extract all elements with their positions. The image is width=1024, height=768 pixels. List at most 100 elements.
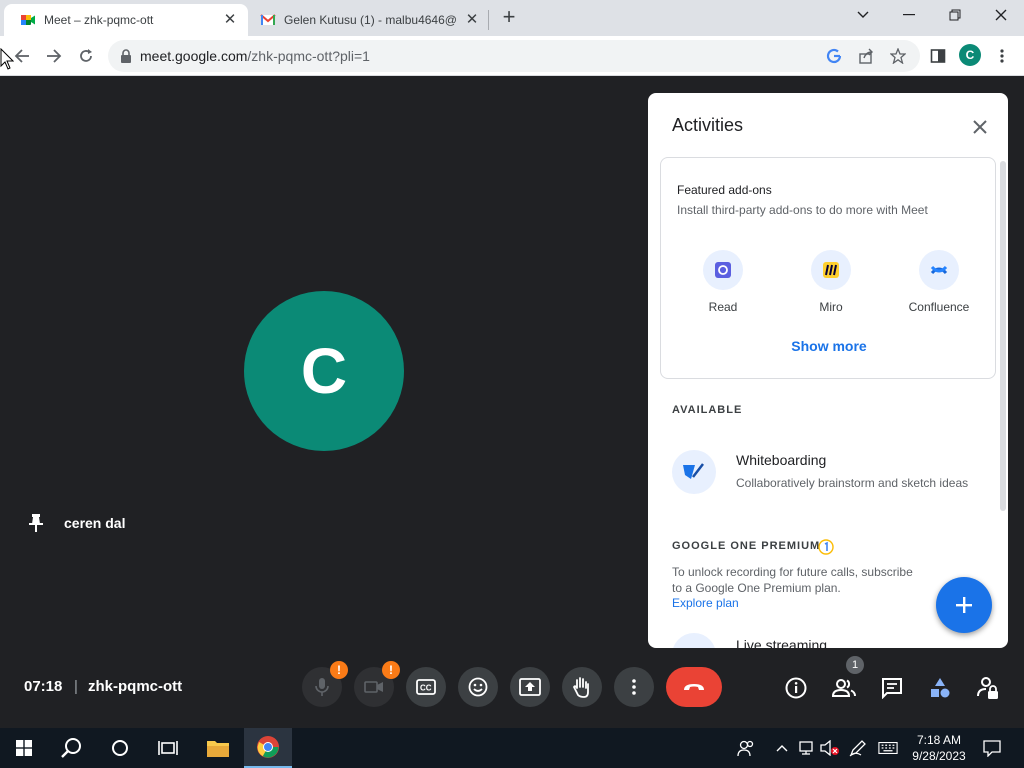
minimize-icon[interactable] bbox=[886, 0, 932, 30]
info-separator: | bbox=[74, 678, 78, 695]
taskbar-clock[interactable]: 7:18 AM 9/28/2023 bbox=[906, 732, 972, 764]
camera-button[interactable]: ! bbox=[354, 661, 400, 707]
file-explorer-button[interactable] bbox=[194, 728, 242, 768]
tab-title: Gelen Kutusu (1) - malbu4646@ bbox=[284, 13, 457, 27]
addon-confluence[interactable]: Confluence bbox=[889, 250, 989, 314]
add-activity-button[interactable] bbox=[936, 577, 992, 633]
cortana-circle-icon bbox=[112, 740, 128, 756]
whiteboarding-title[interactable]: Whiteboarding bbox=[736, 452, 826, 468]
leave-call-button[interactable] bbox=[666, 667, 722, 707]
activities-panel: Activities Featured add-ons Install thir… bbox=[648, 93, 1008, 648]
side-panel-button[interactable] bbox=[924, 42, 952, 70]
live-streaming-title[interactable]: Live streaming bbox=[736, 637, 827, 648]
google-lens-icon[interactable] bbox=[824, 46, 844, 66]
addon-miro[interactable]: Miro bbox=[781, 250, 881, 314]
participant-name: ceren dal bbox=[64, 515, 126, 531]
addon-label: Read bbox=[708, 300, 738, 314]
chrome-taskbar-button[interactable] bbox=[244, 728, 292, 768]
network-icon[interactable] bbox=[797, 738, 817, 758]
chat-icon bbox=[882, 678, 902, 699]
addon-read[interactable]: Read bbox=[673, 250, 773, 314]
profile-avatar[interactable]: C bbox=[959, 44, 981, 66]
pin-icon[interactable] bbox=[28, 513, 44, 533]
mouse-cursor-icon bbox=[0, 48, 14, 70]
live-streaming-icon[interactable] bbox=[672, 633, 716, 648]
new-tab-icon[interactable]: + bbox=[498, 6, 520, 28]
close-window-icon[interactable] bbox=[978, 0, 1024, 30]
tab-search-icon[interactable] bbox=[840, 0, 886, 30]
meeting-details-button[interactable] bbox=[783, 675, 809, 701]
tab-separator bbox=[488, 10, 489, 30]
close-tab-icon[interactable]: ✕ bbox=[222, 12, 238, 28]
folder-icon bbox=[207, 741, 229, 757]
bookmark-star-icon[interactable] bbox=[888, 46, 908, 66]
chrome-icon bbox=[257, 736, 279, 758]
address-bar[interactable]: meet.google.com/zhk-pqmc-ott?pli=1 bbox=[108, 40, 920, 72]
close-panel-button[interactable] bbox=[968, 115, 992, 139]
back-arrow-icon bbox=[14, 49, 29, 63]
closed-captions-icon: CC bbox=[416, 679, 436, 695]
browser-menu-button[interactable] bbox=[988, 42, 1016, 70]
windows-taskbar: 7:18 AM 9/28/2023 bbox=[0, 728, 1024, 768]
host-controls-button[interactable] bbox=[975, 675, 1001, 701]
share-icon[interactable] bbox=[856, 46, 876, 66]
panel-scrollbar[interactable] bbox=[1000, 161, 1006, 511]
more-vert-icon bbox=[1000, 49, 1004, 63]
emoji-icon bbox=[468, 677, 488, 697]
clock-time: 7:18 AM bbox=[916, 733, 962, 747]
browser-toolbar: meet.google.com/zhk-pqmc-ott?pli=1 C bbox=[0, 36, 1024, 76]
reload-button[interactable] bbox=[72, 42, 100, 70]
google-one-premium-label: GOOGLE ONE PREMIUM bbox=[672, 540, 821, 552]
browser-tab-strip: Meet – zhk-pqmc-ott ✕ Gelen Kutusu (1) -… bbox=[0, 0, 1024, 36]
people-icon bbox=[832, 679, 856, 697]
microphone-button[interactable]: ! bbox=[302, 661, 348, 707]
chat-button[interactable] bbox=[879, 675, 905, 701]
explore-plan-link[interactable]: Explore plan bbox=[672, 596, 739, 610]
activities-button[interactable] bbox=[927, 675, 953, 701]
pen-workspace-icon[interactable] bbox=[848, 738, 868, 758]
available-label: AVAILABLE bbox=[672, 404, 743, 416]
task-view-button[interactable] bbox=[144, 728, 192, 768]
start-button[interactable] bbox=[0, 728, 48, 768]
touch-keyboard-icon[interactable] bbox=[878, 738, 898, 758]
show-more-link[interactable]: Show more bbox=[661, 338, 997, 354]
panel-title: Activities bbox=[672, 115, 744, 135]
call-end-icon bbox=[684, 684, 704, 690]
people-tray-icon[interactable] bbox=[736, 738, 756, 758]
tab-gmail[interactable]: Gelen Kutusu (1) - malbu4646@ ✕ bbox=[250, 4, 488, 36]
addon-label: Confluence bbox=[908, 300, 970, 314]
whiteboarding-icon[interactable] bbox=[672, 450, 716, 494]
meet-stage: C ceren dal Activities Featured add-ons … bbox=[0, 77, 1024, 728]
restore-icon[interactable] bbox=[932, 0, 978, 30]
clock-date: 9/28/2023 bbox=[912, 749, 966, 763]
featured-addons-card: Featured add-ons Install third-party add… bbox=[660, 157, 996, 379]
people-button[interactable] bbox=[831, 675, 857, 701]
more-options-button[interactable] bbox=[614, 667, 654, 707]
whiteboarding-subtitle: Collaboratively brainstorm and sketch id… bbox=[736, 476, 969, 490]
cortana-button[interactable] bbox=[96, 728, 144, 768]
forward-button[interactable] bbox=[40, 42, 68, 70]
task-view-icon bbox=[158, 741, 178, 755]
present-screen-icon bbox=[519, 678, 541, 696]
reactions-button[interactable] bbox=[458, 667, 498, 707]
lock-person-icon bbox=[977, 677, 998, 699]
show-hidden-icons-icon[interactable] bbox=[772, 738, 792, 758]
gmail-icon bbox=[260, 14, 276, 25]
forward-arrow-icon bbox=[47, 49, 62, 63]
captions-button[interactable]: CC bbox=[406, 667, 446, 707]
windows-logo-icon bbox=[16, 740, 32, 756]
notifications-icon[interactable] bbox=[982, 738, 1002, 758]
tab-meet[interactable]: Meet – zhk-pqmc-ott ✕ bbox=[4, 4, 248, 36]
raise-hand-button[interactable] bbox=[562, 667, 602, 707]
close-tab-icon[interactable]: ✕ bbox=[464, 12, 480, 28]
participant-label: ceren dal bbox=[28, 513, 125, 533]
miro-icon bbox=[823, 262, 839, 278]
volume-muted-icon[interactable] bbox=[820, 738, 840, 758]
raise-hand-icon bbox=[572, 677, 589, 698]
close-icon bbox=[973, 120, 987, 134]
meeting-code: zhk-pqmc-ott bbox=[88, 678, 183, 695]
plus-icon bbox=[956, 597, 972, 613]
present-button[interactable] bbox=[510, 667, 550, 707]
activities-shapes-icon bbox=[931, 678, 950, 698]
taskbar-search-button[interactable] bbox=[48, 728, 96, 768]
